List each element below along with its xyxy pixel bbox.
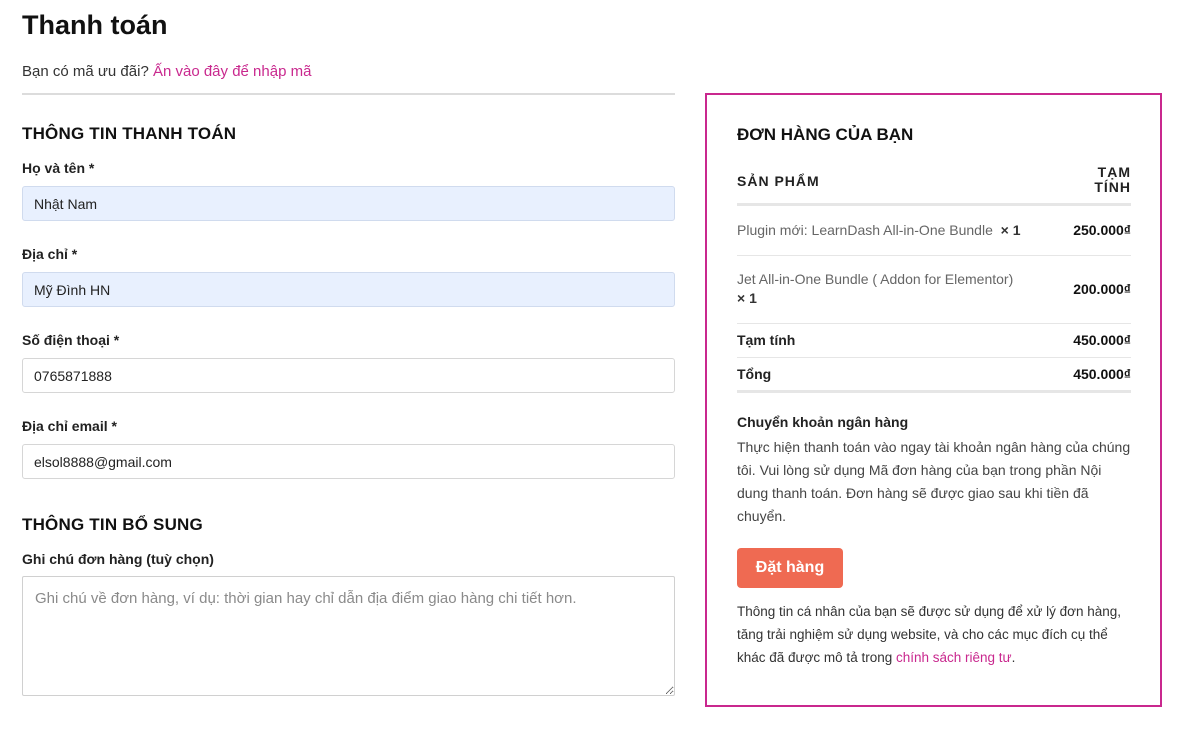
phone-input[interactable]	[22, 358, 675, 393]
email-label: Địa chỉ email *	[22, 418, 117, 434]
order-item-quantity: × 1	[1000, 222, 1021, 238]
column-header-product: SẢN PHẨM	[737, 173, 820, 189]
subtotal-value: 450.000₫	[1073, 332, 1131, 348]
order-title: ĐƠN HÀNG CỦA BẠN	[737, 125, 914, 144]
row-divider	[737, 255, 1131, 256]
column-header-subtotal: TẠM TÍNH	[1071, 165, 1131, 195]
order-item-price: 200.000₫	[1073, 281, 1131, 297]
order-review-box: ĐƠN HÀNG CỦA BẠN SẢN PHẨM TẠM TÍNH Plugi…	[705, 93, 1162, 707]
billing-section-title: THÔNG TIN THANH TOÁN	[22, 124, 237, 143]
divider	[22, 93, 675, 95]
page-title: Thanh toán	[22, 10, 168, 40]
row-divider	[737, 323, 1131, 324]
privacy-end: .	[1011, 650, 1016, 665]
table-header-divider	[737, 203, 1131, 206]
order-item-name: Plugin mới: LearnDash All-in-One Bundle …	[737, 221, 1021, 240]
column-header-subtotal-line2: TÍNH	[1094, 179, 1131, 195]
order-item-title: Plugin mới: LearnDash All-in-One Bundle	[737, 222, 993, 238]
privacy-notice: Thông tin cá nhân của bạn sẽ được sử dụn…	[737, 600, 1131, 669]
privacy-policy-link[interactable]: chính sách riêng tư	[896, 650, 1012, 665]
coupon-notice: Bạn có mã ưu đãi? Ấn vào đây để nhập mã	[22, 63, 311, 80]
place-order-button[interactable]: Đặt hàng	[737, 548, 843, 588]
address-input[interactable]	[22, 272, 675, 307]
column-header-subtotal-line1: TẠM	[1097, 164, 1131, 180]
total-value: 450.000₫	[1073, 366, 1131, 382]
coupon-link[interactable]: Ấn vào đây để nhập mã	[153, 63, 311, 80]
payment-method-title: Chuyển khoản ngân hàng	[737, 414, 909, 430]
order-notes-textarea[interactable]	[22, 576, 675, 696]
order-notes-label: Ghi chú đơn hàng (tuỳ chọn)	[22, 551, 214, 567]
phone-label: Số điện thoại *	[22, 332, 120, 348]
order-item-title: Jet All-in-One Bundle ( Addon for Elemen…	[737, 271, 1014, 287]
total-label: Tổng	[737, 366, 772, 382]
email-input[interactable]	[22, 444, 675, 479]
table-footer-divider	[737, 390, 1131, 393]
full-name-label: Họ và tên *	[22, 160, 95, 176]
order-item-price: 250.000₫	[1073, 222, 1131, 238]
payment-method-description: Thực hiện thanh toán vào ngay tài khoản …	[737, 439, 1131, 524]
additional-section-title: THÔNG TIN BỔ SUNG	[22, 515, 203, 534]
subtotal-label: Tạm tính	[737, 332, 796, 348]
order-item-name: Jet All-in-One Bundle ( Addon for Elemen…	[737, 270, 1037, 308]
row-divider	[737, 357, 1131, 358]
coupon-prompt: Bạn có mã ưu đãi?	[22, 63, 149, 80]
full-name-input[interactable]	[22, 186, 675, 221]
address-label: Địa chỉ *	[22, 246, 78, 262]
order-item-quantity: × 1	[737, 290, 757, 306]
